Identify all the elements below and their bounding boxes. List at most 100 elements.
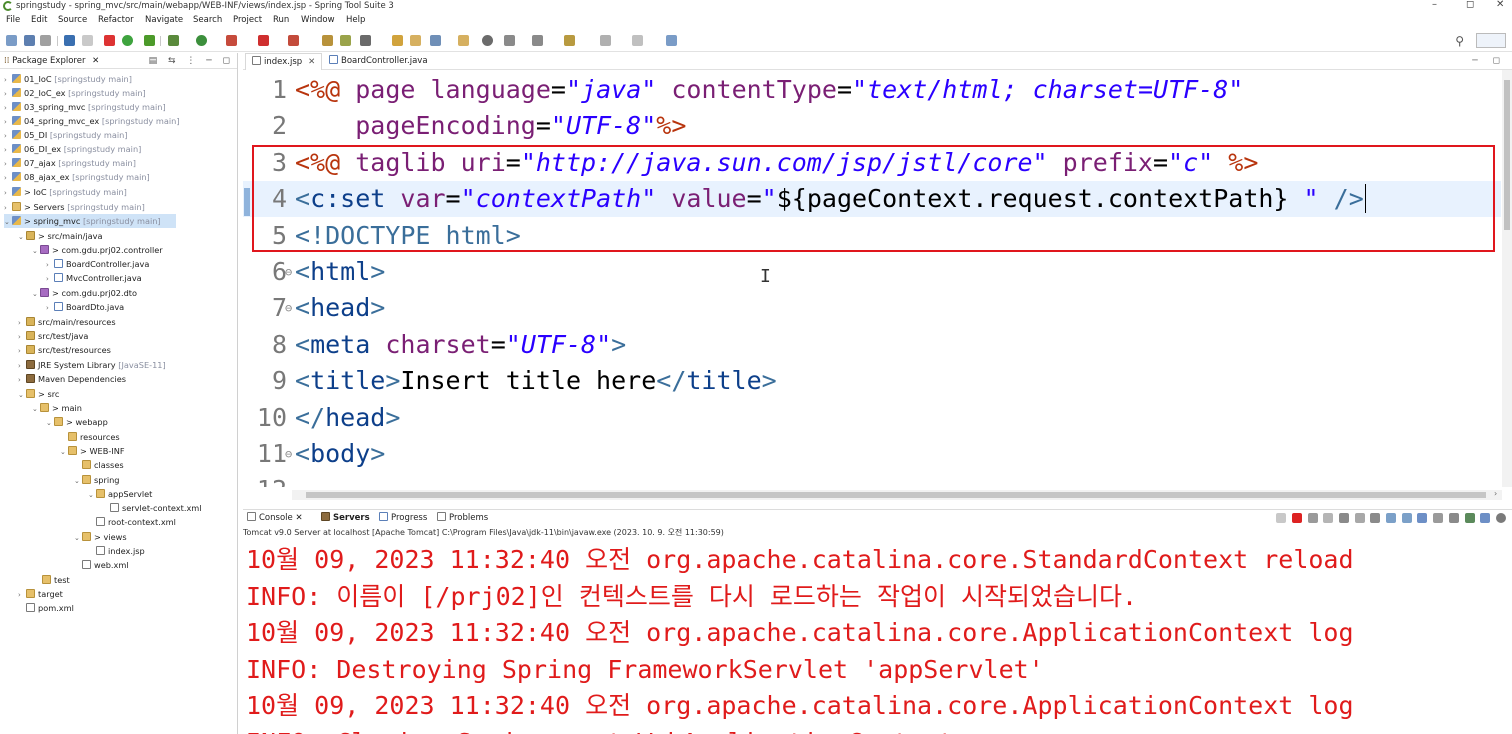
scroll-lock-icon[interactable] [1354, 513, 1365, 523]
tree-item[interactable]: ⌄ > src [18, 387, 59, 401]
view-controls[interactable]: ▤ ⇆ ⋮ ─ ◻ [149, 53, 234, 69]
tree-item[interactable]: › BoardDto.java [46, 300, 124, 314]
tree-item-selected[interactable]: ⌄ > spring_mvc [springstudy main] [4, 214, 176, 228]
tree-item[interactable]: › 05_DI [springstudy main] [4, 128, 128, 142]
back-icon[interactable] [600, 35, 611, 46]
debug-icon[interactable] [168, 35, 179, 46]
open-console-icon[interactable] [1448, 513, 1459, 523]
refresh-icon[interactable] [144, 35, 155, 46]
search-globe-icon[interactable] [482, 35, 493, 46]
boot-dashboard-icon[interactable] [122, 35, 133, 46]
menu-project[interactable]: Project [233, 13, 262, 28]
close-tab-icon[interactable]: ✕ [295, 513, 302, 523]
close-window-button[interactable]: ✕ [1496, 0, 1504, 11]
tree-item[interactable]: resources [60, 430, 120, 444]
gear-icon[interactable] [1496, 513, 1506, 523]
open-folder-icon[interactable] [392, 35, 403, 46]
tree-item[interactable]: › src/test/resources [18, 343, 111, 357]
code-line[interactable]: 10 </head> [243, 400, 1501, 436]
tree-item[interactable]: › BoardController.java [46, 257, 149, 271]
tree-item[interactable]: root-context.xml [96, 515, 176, 529]
pin-editor-icon[interactable] [666, 35, 677, 46]
tree-item[interactable]: web.xml [82, 558, 129, 572]
boot-icon[interactable] [1464, 513, 1475, 523]
tree-item[interactable]: › 01_IoC [springstudy main] [4, 72, 132, 86]
menu-file[interactable]: File [6, 13, 20, 28]
tree-item[interactable]: servlet-context.xml [110, 501, 202, 515]
fold-toggle-icon[interactable]: ⊖ [285, 254, 292, 290]
console-output[interactable]: 10월 09, 2023 11:32:40 오전 org.apache.cata… [243, 540, 1512, 734]
search-icon[interactable]: ⚲ [1455, 34, 1464, 48]
tab-console[interactable]: Console ✕ [247, 510, 303, 526]
new-file-icon[interactable] [6, 35, 17, 46]
code-line[interactable]: 8 <meta charset="UTF-8"> [243, 327, 1501, 363]
menu-navigate[interactable]: Navigate [145, 13, 183, 28]
fold-toggle-icon[interactable]: ⊖ [285, 290, 292, 326]
tree-item[interactable]: › 03_spring_mvc [springstudy main] [4, 100, 166, 114]
tree-item[interactable]: index.jsp [96, 544, 145, 558]
tree-item[interactable]: ⌄ > src/main/java [18, 229, 103, 243]
tab-index-jsp[interactable]: index.jsp ✕ [245, 53, 323, 70]
tree-item[interactable]: › 02_IoC_ex [springstudy main] [4, 86, 146, 100]
server-publish-icon[interactable] [288, 35, 299, 46]
package-explorer-tab[interactable]: ⁞⁞ Package Explorer ✕ [4, 53, 99, 69]
open-type-icon[interactable] [360, 35, 371, 46]
code-line[interactable]: 11 ⊖ <body> [243, 436, 1501, 472]
show-stdout-icon[interactable] [1386, 513, 1397, 523]
scroll-thumb[interactable] [1504, 80, 1510, 230]
run-icon[interactable] [196, 35, 207, 46]
stop-icon[interactable] [104, 35, 115, 46]
tree-item[interactable]: › 07_ajax [springstudy main] [4, 156, 136, 170]
tree-item[interactable]: › JRE System Library [JavaSE-11] [18, 358, 166, 372]
terminate-icon[interactable] [1291, 513, 1302, 523]
tree-item[interactable]: › > Servers [springstudy main] [4, 200, 145, 214]
scroll-thumb[interactable] [306, 492, 1486, 498]
skip-breakpoints-icon[interactable] [82, 35, 93, 46]
menu-window[interactable]: Window [301, 13, 335, 28]
menu-run[interactable]: Run [273, 13, 289, 28]
close-tab-icon[interactable]: ✕ [308, 57, 315, 67]
menu-refactor[interactable]: Refactor [98, 13, 134, 28]
show-stderr-icon[interactable] [1401, 513, 1412, 523]
minimize-button[interactable]: – [1432, 0, 1437, 11]
tree-item[interactable]: ⌄ > com.gdu.prj02.controller [32, 243, 163, 257]
spring-icon[interactable] [1480, 513, 1491, 523]
clear-console-icon[interactable] [1338, 513, 1349, 523]
word-wrap-icon[interactable] [1370, 513, 1381, 523]
close-tab-icon[interactable]: ✕ [92, 56, 99, 66]
menu-search[interactable]: Search [193, 13, 222, 28]
forward-icon[interactable] [632, 35, 643, 46]
display-console-icon[interactable] [1433, 513, 1444, 523]
tree-item[interactable]: ⌄ spring [74, 473, 120, 487]
tree-item[interactable]: › src/main/resources [18, 315, 116, 329]
pin-console-icon[interactable] [1417, 513, 1428, 523]
menu-source[interactable]: Source [58, 13, 87, 28]
edit-icon[interactable] [430, 35, 441, 46]
menu-edit[interactable]: Edit [31, 13, 47, 28]
tree-item[interactable]: › 06_DI_ex [springstudy main] [4, 142, 141, 156]
tab-servers[interactable]: Servers [321, 510, 370, 526]
tab-boardcontroller-java[interactable]: BoardController.java [323, 53, 434, 70]
tree-item[interactable]: › src/test/java [18, 329, 88, 343]
tree-item[interactable]: ⌄ > webapp [46, 415, 108, 429]
maximize-button[interactable]: ◻ [1466, 0, 1474, 11]
tree-item[interactable]: › > IoC [springstudy main] [4, 185, 127, 199]
tree-item[interactable]: classes [74, 458, 124, 472]
terminal-icon[interactable] [64, 35, 75, 46]
scroll-right-arrow-icon[interactable]: › [1494, 489, 1497, 498]
terminate-relaunch-icon[interactable] [1276, 513, 1287, 523]
editor-controls[interactable]: ─ ◻ [1472, 53, 1506, 70]
tree-item[interactable]: › MvcController.java [46, 271, 142, 285]
menu-help[interactable]: Help [346, 13, 365, 28]
tree-item[interactable]: ⌄ > main [32, 401, 82, 415]
tab-problems[interactable]: Problems [437, 510, 488, 526]
editor-vertical-scrollbar[interactable] [1502, 70, 1512, 487]
tree-item[interactable]: › target [18, 587, 63, 601]
tree-item[interactable]: pom.xml [26, 601, 74, 615]
code-line[interactable]: 12 [243, 472, 1501, 487]
prev-annotation-icon[interactable] [532, 35, 543, 46]
save-all-icon[interactable] [40, 35, 51, 46]
external-tools-icon[interactable] [226, 35, 237, 46]
editor-horizontal-scrollbar[interactable] [292, 490, 1502, 500]
tree-item[interactable]: ⌄ > views [74, 530, 127, 544]
